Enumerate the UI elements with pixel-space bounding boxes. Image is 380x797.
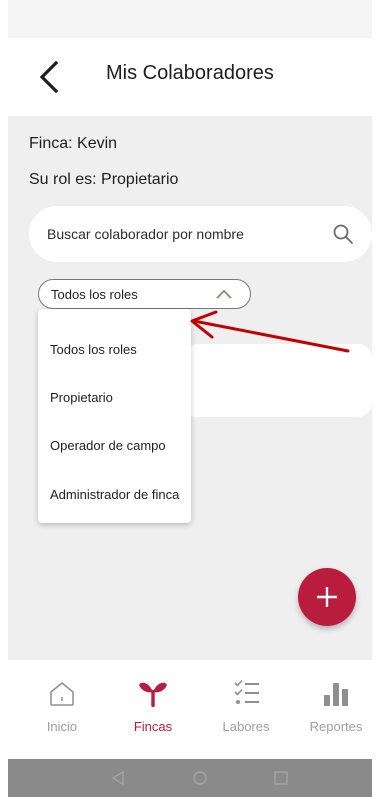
search-input[interactable] — [47, 206, 317, 262]
menu-item-propietario[interactable]: Propietario — [50, 390, 113, 405]
status-bar — [8, 0, 372, 38]
menu-item-administrador-de-finca[interactable]: Administrador de finca — [50, 487, 179, 502]
collaborator-card[interactable] — [183, 344, 372, 417]
plus-icon — [317, 587, 337, 607]
menu-item-todos-los-roles[interactable]: Todos los roles — [50, 342, 137, 357]
search-bar — [29, 206, 372, 262]
system-home-icon[interactable] — [193, 771, 207, 785]
app-header: Mis Colaboradores — [8, 38, 372, 116]
chevron-up-icon — [216, 289, 232, 299]
nav-item-fincas[interactable]: Fincas — [113, 678, 193, 738]
nav-label-fincas: Fincas — [133, 719, 173, 734]
nav-label-reportes: Reportes — [309, 719, 363, 734]
user-role-text: Su rol es: Propietario — [29, 171, 179, 188]
farm-name-text: Finca: Kevin — [29, 135, 118, 152]
role-filter-selected: Todos los roles — [51, 287, 138, 302]
role-filter-dropdown[interactable]: Todos los roles — [38, 279, 251, 309]
nav-item-inicio[interactable]: Inicio — [22, 678, 102, 738]
search-icon[interactable] — [332, 223, 354, 245]
system-recents-icon[interactable] — [274, 771, 288, 785]
menu-item-operador-de-campo[interactable]: Operador de campo — [50, 438, 166, 453]
bar-chart-icon — [324, 683, 348, 706]
bottom-navigation: Inicio Fincas Labores Reportes — [8, 660, 372, 759]
home-icon — [50, 682, 74, 706]
nav-item-labores[interactable]: Labores — [206, 678, 286, 738]
page-title: Mis Colaboradores — [106, 62, 274, 84]
main-content: Finca: Kevin Su rol es: Propietario Todo… — [8, 116, 372, 660]
nav-label-labores: Labores — [222, 719, 270, 734]
sprout-icon — [139, 682, 167, 707]
back-arrow-icon[interactable] — [36, 60, 64, 94]
role-options-menu: Todos los roles Propietario Operador de … — [38, 309, 191, 523]
nav-item-reportes[interactable]: Reportes — [296, 678, 376, 738]
nav-label-inicio: Inicio — [46, 719, 78, 734]
add-collaborator-button[interactable] — [298, 568, 356, 626]
checklist-icon — [234, 679, 259, 704]
system-navigation-bar — [8, 759, 372, 797]
system-back-icon[interactable] — [111, 771, 125, 785]
